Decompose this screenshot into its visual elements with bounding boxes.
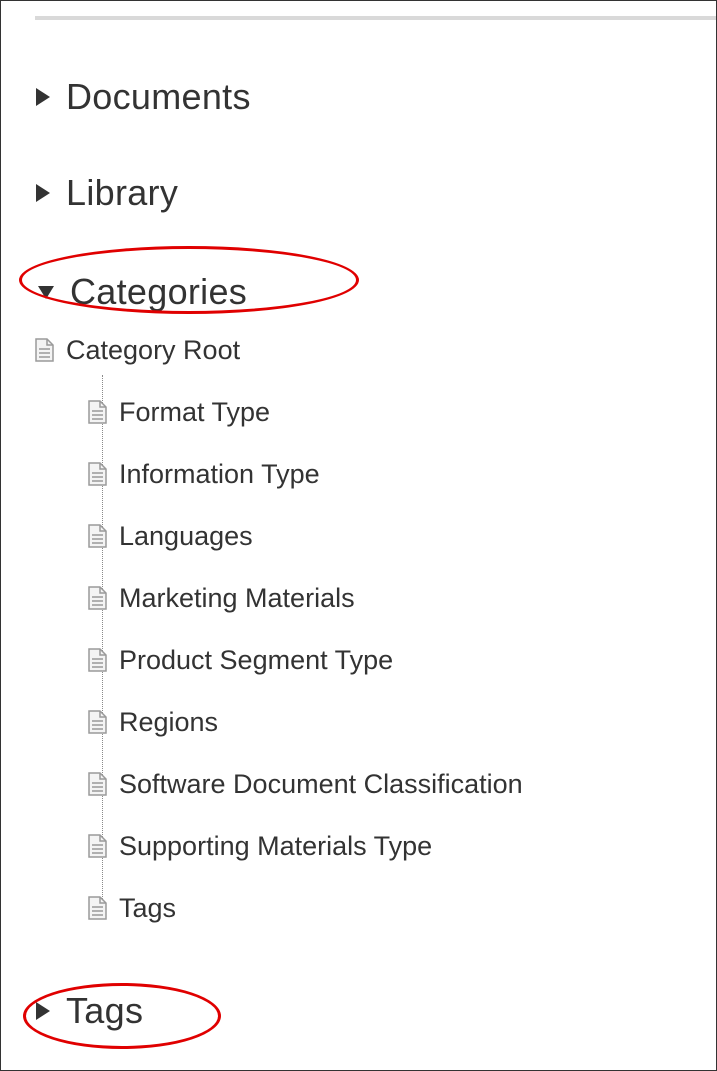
section-tags[interactable]: Tags — [36, 991, 143, 1031]
tree-node-child[interactable]: Product Segment Type — [88, 642, 393, 678]
tree-node-label: Software Document Classification — [119, 768, 523, 799]
tree-node-child[interactable]: Supporting Materials Type — [88, 828, 432, 864]
document-icon — [88, 524, 107, 548]
tree-node-child[interactable]: Software Document Classification — [88, 766, 523, 802]
tree-node-label: Languages — [119, 520, 253, 551]
tree-node-label: Category Root — [66, 334, 241, 365]
tree-node-child[interactable]: Regions — [88, 704, 218, 740]
tree-guide-line — [102, 375, 103, 899]
tree-node-child[interactable]: Tags — [88, 890, 176, 926]
tree-node-label: Regions — [119, 706, 219, 737]
triangle-right-icon — [36, 184, 50, 202]
triangle-right-icon — [36, 1002, 50, 1020]
triangle-right-icon — [36, 88, 50, 106]
tree-node-label: Tags — [119, 892, 177, 923]
document-icon — [35, 338, 54, 362]
tree-node-label: Information Type — [119, 458, 320, 489]
section-library[interactable]: Library — [36, 173, 178, 213]
document-icon — [88, 462, 107, 486]
document-icon — [88, 400, 107, 424]
section-categories[interactable]: Categories — [36, 272, 247, 312]
section-label: Categories — [70, 271, 248, 312]
tree-node-label: Format Type — [119, 396, 271, 427]
triangle-down-icon — [38, 285, 54, 299]
document-icon — [88, 896, 107, 920]
tree-node-label: Supporting Materials Type — [119, 830, 433, 861]
document-icon — [88, 710, 107, 734]
tree-node-label: Marketing Materials — [119, 582, 355, 613]
top-divider — [35, 16, 716, 20]
tree-node-child[interactable]: Information Type — [88, 456, 320, 492]
tree-node-root[interactable]: Category Root — [35, 332, 240, 368]
section-documents[interactable]: Documents — [36, 77, 251, 117]
document-icon — [88, 834, 107, 858]
tree-node-child[interactable]: Languages — [88, 518, 253, 554]
section-label: Documents — [66, 76, 251, 117]
tree-node-label: Product Segment Type — [119, 644, 394, 675]
document-icon — [88, 648, 107, 672]
tree-node-child[interactable]: Format Type — [88, 394, 270, 430]
document-icon — [88, 772, 107, 796]
section-label: Tags — [66, 990, 144, 1031]
document-icon — [88, 586, 107, 610]
section-label: Library — [66, 172, 179, 213]
tree-node-child[interactable]: Marketing Materials — [88, 580, 355, 616]
panel-frame: Documents Library Categories Category Ro… — [0, 0, 717, 1071]
